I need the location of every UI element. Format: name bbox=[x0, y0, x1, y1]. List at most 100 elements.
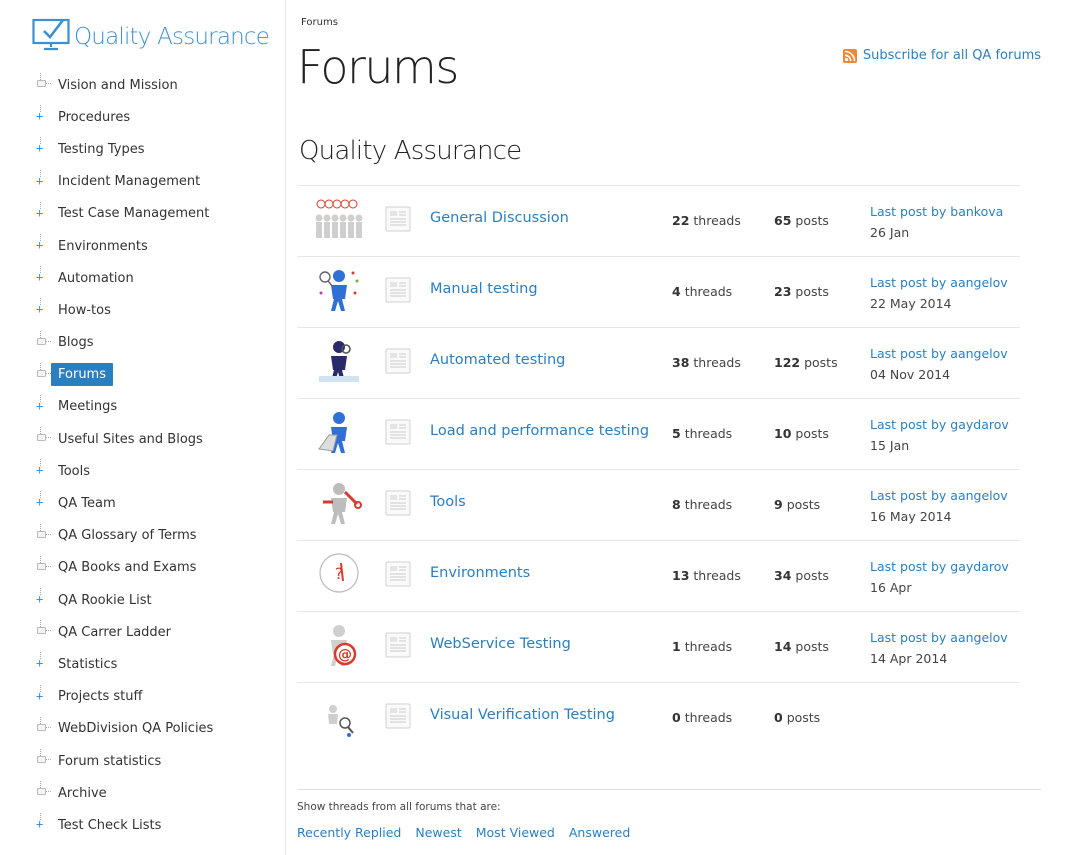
expand-plus-icon[interactable]: + bbox=[36, 491, 50, 511]
last-post-date: 15 Jan bbox=[870, 438, 910, 453]
sidebar-item[interactable]: + How-tos bbox=[0, 294, 286, 326]
environment-badge-icon[interactable]: ? bbox=[315, 551, 363, 597]
crowd-speech-bubbles-icon[interactable] bbox=[315, 196, 363, 242]
person-on-chair-icon[interactable] bbox=[315, 409, 363, 455]
breadcrumb[interactable]: Forums bbox=[301, 17, 338, 28]
filter-link[interactable]: Newest bbox=[415, 825, 461, 840]
sidebar-item[interactable]: + Tools bbox=[0, 455, 286, 487]
post-count-value: 122 bbox=[774, 355, 801, 370]
person-at-sign-icon[interactable]: @ bbox=[315, 622, 363, 668]
expand-plus-icon[interactable]: + bbox=[36, 394, 50, 415]
last-post-link[interactable]: Last post by gaydarov bbox=[870, 417, 1009, 432]
last-post-link[interactable]: Last post by gaydarov bbox=[870, 559, 1009, 574]
sidebar-item[interactable]: + Projects stuff bbox=[0, 681, 286, 713]
sidebar-item[interactable]: WebDivision QA Policies bbox=[0, 713, 286, 745]
last-post-link[interactable]: Last post by bankova bbox=[870, 204, 1003, 219]
sidebar-item[interactable]: + Test Case Management bbox=[0, 198, 286, 230]
last-post: Last post by aangelov 22 May 2014 bbox=[870, 272, 1008, 314]
last-post: Last post by aangelov 04 Nov 2014 bbox=[870, 343, 1008, 385]
forum-name-link[interactable]: Visual Verification Testing bbox=[430, 707, 615, 723]
expand-plus-icon[interactable]: + bbox=[36, 233, 50, 254]
sidebar-item[interactable]: Archive bbox=[0, 777, 286, 809]
sidebar-item[interactable]: + Statistics bbox=[0, 648, 286, 680]
forum-name-link[interactable]: Manual testing bbox=[430, 281, 538, 297]
thread-count-value: 4 bbox=[672, 284, 681, 299]
post-count-value: 65 bbox=[774, 213, 792, 228]
sidebar-item-label: Test Check Lists bbox=[58, 817, 162, 833]
forum-name-link[interactable]: Tools bbox=[430, 494, 466, 510]
sidebar-item-label: Forum statistics bbox=[58, 753, 162, 769]
last-post-date: 16 May 2014 bbox=[870, 509, 952, 524]
rss-icon bbox=[842, 48, 857, 63]
sidebar-item-label: QA Glossary of Terms bbox=[58, 528, 197, 544]
expand-plus-icon[interactable]: + bbox=[36, 588, 50, 608]
person-magnifier-icon[interactable] bbox=[315, 693, 363, 739]
sidebar-item[interactable]: Useful Sites and Blogs bbox=[0, 423, 286, 455]
post-count-label: posts bbox=[795, 213, 829, 228]
forum-name-link[interactable]: General Discussion bbox=[430, 210, 569, 226]
thread-count: 4 threads bbox=[672, 284, 732, 299]
site-logo[interactable]: Quality Assurance bbox=[32, 14, 270, 54]
expand-plus-icon[interactable]: + bbox=[36, 169, 50, 190]
last-post: Last post by aangelov 16 May 2014 bbox=[870, 485, 1008, 527]
filter-link[interactable]: Answered bbox=[569, 825, 630, 840]
sidebar-item[interactable]: Blogs bbox=[0, 327, 286, 359]
thread-count-value: 0 bbox=[672, 710, 681, 725]
expand-plus-icon[interactable]: + bbox=[36, 266, 50, 286]
filter-link[interactable]: Recently Replied bbox=[297, 825, 401, 840]
sidebar-item[interactable]: + Testing Types bbox=[0, 133, 286, 165]
expand-plus-icon[interactable]: + bbox=[36, 813, 50, 833]
last-post-link[interactable]: Last post by aangelov bbox=[870, 346, 1008, 361]
thread-count-label: threads bbox=[693, 213, 741, 228]
forum-row: Load and performance testing 5 threads 1… bbox=[297, 399, 1020, 470]
forum-name-link[interactable]: Environments bbox=[430, 565, 530, 581]
butterfly-net-person-icon[interactable] bbox=[315, 267, 363, 313]
post-count: 14 posts bbox=[774, 639, 829, 654]
sidebar-item[interactable]: QA Glossary of Terms bbox=[0, 520, 286, 552]
expand-plus-icon[interactable]: + bbox=[36, 459, 50, 479]
robot-person-icon[interactable] bbox=[315, 338, 363, 384]
forum-row: General Discussion 22 threads 65 posts L… bbox=[297, 186, 1020, 257]
sidebar-item[interactable]: QA Books and Exams bbox=[0, 552, 286, 584]
expand-plus-icon[interactable]: + bbox=[36, 652, 50, 672]
forum-name-link[interactable]: WebService Testing bbox=[430, 636, 571, 652]
sidebar-item[interactable]: + Incident Management bbox=[0, 166, 286, 198]
expand-plus-icon[interactable]: + bbox=[36, 684, 50, 705]
thread-count: 38 threads bbox=[672, 355, 741, 370]
subscribe-label: Subscribe for all QA forums bbox=[862, 48, 1041, 63]
thread-count: 5 threads bbox=[672, 426, 732, 441]
sidebar-item-label: QA Team bbox=[58, 496, 116, 512]
expand-plus-icon[interactable]: + bbox=[36, 137, 50, 157]
filter-link[interactable]: Most Viewed bbox=[476, 825, 555, 840]
forum-document-icon bbox=[384, 277, 412, 303]
sidebar-item[interactable]: + Environments bbox=[0, 230, 286, 262]
last-post-link[interactable]: Last post by aangelov bbox=[870, 275, 1008, 290]
last-post-link[interactable]: Last post by aangelov bbox=[870, 488, 1008, 503]
sidebar-item[interactable]: + QA Team bbox=[0, 487, 286, 519]
sidebar-item[interactable]: + Procedures bbox=[0, 101, 286, 133]
sidebar-item-label: QA Carrer Ladder bbox=[58, 624, 172, 640]
subscribe-all-link[interactable]: Subscribe for all QA forums bbox=[842, 48, 1041, 63]
last-post-date: 22 May 2014 bbox=[870, 296, 952, 311]
thread-count-label: threads bbox=[693, 355, 741, 370]
sidebar-item[interactable]: Forums bbox=[0, 359, 286, 391]
thread-count: 1 threads bbox=[672, 639, 732, 654]
expand-plus-icon[interactable]: + bbox=[36, 298, 50, 318]
tree-leaf-icon bbox=[36, 427, 51, 447]
sidebar-item-label: Tools bbox=[58, 463, 91, 479]
forum-name-link[interactable]: Automated testing bbox=[430, 352, 565, 368]
sidebar-item[interactable]: QA Carrer Ladder bbox=[0, 616, 286, 648]
sidebar-item[interactable]: + Meetings bbox=[0, 391, 286, 423]
sidebar-item-label: Procedures bbox=[58, 109, 131, 125]
expand-plus-icon[interactable]: + bbox=[36, 105, 50, 125]
sidebar-item[interactable]: + QA Rookie List bbox=[0, 584, 286, 616]
forum-name-link[interactable]: Load and performance testing bbox=[430, 423, 649, 439]
last-post-link[interactable]: Last post by aangelov bbox=[870, 630, 1008, 645]
last-post: Last post by gaydarov 15 Jan bbox=[870, 414, 1009, 456]
sidebar-item[interactable]: + Test Check Lists bbox=[0, 809, 286, 841]
sidebar-item[interactable]: Forum statistics bbox=[0, 745, 286, 777]
sidebar-item[interactable]: + Automation bbox=[0, 262, 286, 294]
expand-plus-icon[interactable]: + bbox=[36, 201, 50, 222]
person-with-wrench-icon[interactable] bbox=[315, 480, 363, 526]
sidebar-item[interactable]: Vision and Mission bbox=[0, 69, 286, 101]
